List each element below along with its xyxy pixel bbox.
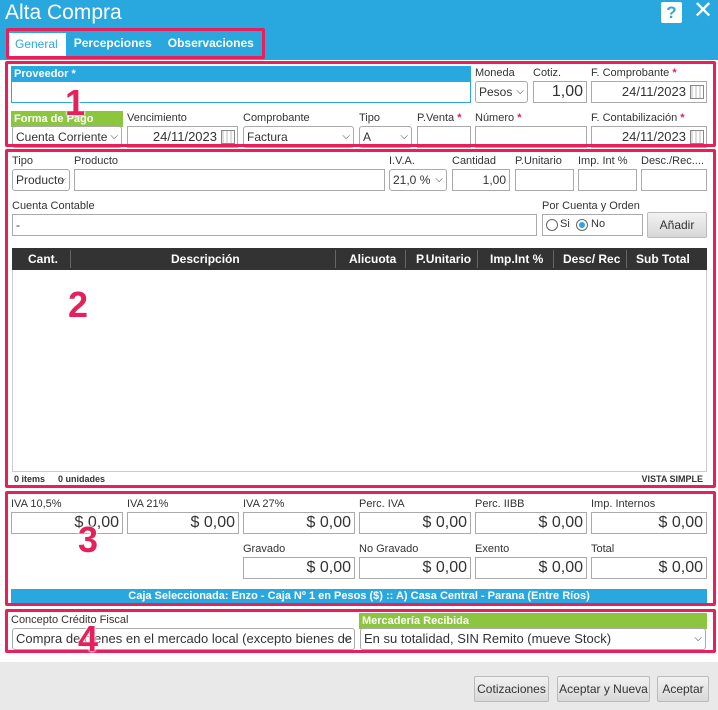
section-marker-2: 2: [68, 284, 89, 325]
help-icon[interactable]: ?: [661, 2, 682, 23]
section-1-highlight: [5, 61, 716, 147]
section-4-highlight: [5, 609, 716, 653]
close-icon[interactable]: ✕: [691, 0, 715, 24]
section-marker-1: 1: [65, 82, 86, 123]
section-marker-4: 4: [78, 618, 99, 659]
section-2-highlight: [5, 149, 716, 488]
tabs-highlight: [6, 28, 265, 59]
aceptar-button[interactable]: Aceptar: [657, 676, 709, 702]
cotizaciones-button[interactable]: Cotizaciones: [474, 676, 549, 702]
window-title: Alta Compra: [5, 1, 122, 24]
aceptar-y-nueva-button[interactable]: Aceptar y Nueva: [557, 676, 650, 702]
section-marker-3: 3: [78, 519, 99, 560]
section-3-highlight: [5, 491, 716, 606]
